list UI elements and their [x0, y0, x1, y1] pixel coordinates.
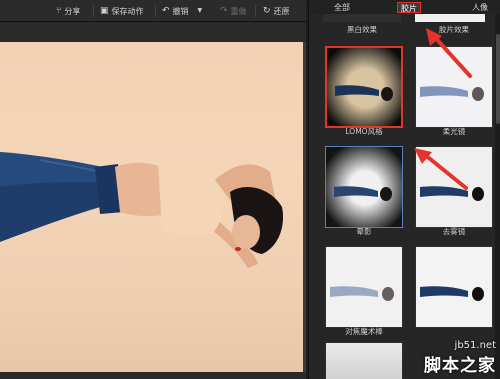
effect-label: 晕影	[356, 227, 372, 236]
tab-portrait[interactable]: 人像	[469, 2, 491, 13]
effect-label: 柔光镜	[442, 127, 466, 136]
redo-button[interactable]: ↷ 重做	[220, 4, 247, 18]
share-button[interactable]: ⑂ 分享	[56, 4, 80, 18]
share-icon: ⑂	[56, 5, 62, 16]
effect-thumb-partial[interactable]	[415, 14, 485, 22]
watermark-name: 脚本之家	[424, 356, 496, 376]
effect-thumb-partial-right[interactable]	[415, 246, 493, 328]
effect-thumb-focus-wand[interactable]	[325, 246, 403, 328]
restore-button[interactable]: ↻ 还原	[263, 4, 290, 18]
chevron-down-icon[interactable]: ▼	[198, 8, 203, 14]
effects-tab-bar: 全部 胶片 人像	[309, 0, 500, 14]
effect-label: 去雾镜	[442, 227, 466, 236]
top-toolbar: ⑂ 分享 ▣ 保存动作 ↶ 撤销 ▼ ↷ 重做 ↻ 还原	[0, 0, 306, 22]
undo-button[interactable]: ↶ 撤销 ▼	[162, 4, 202, 18]
watermark: jb51.net 脚本之家	[424, 340, 496, 376]
effect-thumb-partial[interactable]	[325, 342, 403, 379]
annotation-arrow	[426, 28, 472, 78]
effect-preview	[416, 247, 492, 327]
save-icon: ▣	[100, 5, 109, 16]
restore-icon: ↻	[263, 5, 271, 16]
redo-icon: ↷	[220, 5, 228, 16]
effect-thumb-vignette[interactable]	[325, 146, 403, 228]
effects-scrollbar[interactable]	[495, 14, 500, 379]
canvas-area[interactable]	[0, 22, 306, 379]
undo-label: 撤销	[172, 6, 189, 16]
photo-image	[0, 152, 284, 268]
save-action-label: 保存动作	[111, 6, 144, 16]
effect-label: LOMO风格	[345, 127, 383, 136]
toolbar-divider	[155, 5, 156, 17]
restore-label: 还原	[273, 6, 290, 16]
redo-label: 重做	[230, 6, 247, 16]
share-label: 分享	[64, 6, 81, 16]
tab-label: 胶片	[401, 4, 417, 13]
undo-icon: ↶	[162, 5, 170, 16]
tab-all[interactable]: 全部	[331, 2, 353, 13]
effect-label: 对焦魔术棒	[345, 327, 383, 336]
toolbar-divider	[255, 5, 256, 17]
vignette-preview	[326, 147, 402, 227]
tab-label: 人像	[472, 3, 488, 12]
lomo-preview	[327, 48, 401, 126]
focus-wand-preview	[326, 247, 402, 327]
save-action-button[interactable]: ▣ 保存动作	[100, 4, 144, 18]
tab-film[interactable]: 胶片	[397, 2, 421, 13]
effect-thumb-partial[interactable]	[323, 14, 401, 22]
toolbar-divider	[93, 5, 94, 17]
watermark-url: jb51.net	[454, 340, 496, 351]
photo-canvas[interactable]	[0, 42, 303, 372]
canvas-scrollbar[interactable]	[303, 42, 306, 372]
effect-label: 黑白效果	[347, 25, 377, 34]
effects-scroll-thumb[interactable]	[496, 34, 500, 124]
tab-label: 全部	[334, 3, 350, 12]
annotation-arrow	[414, 148, 468, 190]
effect-thumb-lomo[interactable]	[325, 46, 403, 128]
